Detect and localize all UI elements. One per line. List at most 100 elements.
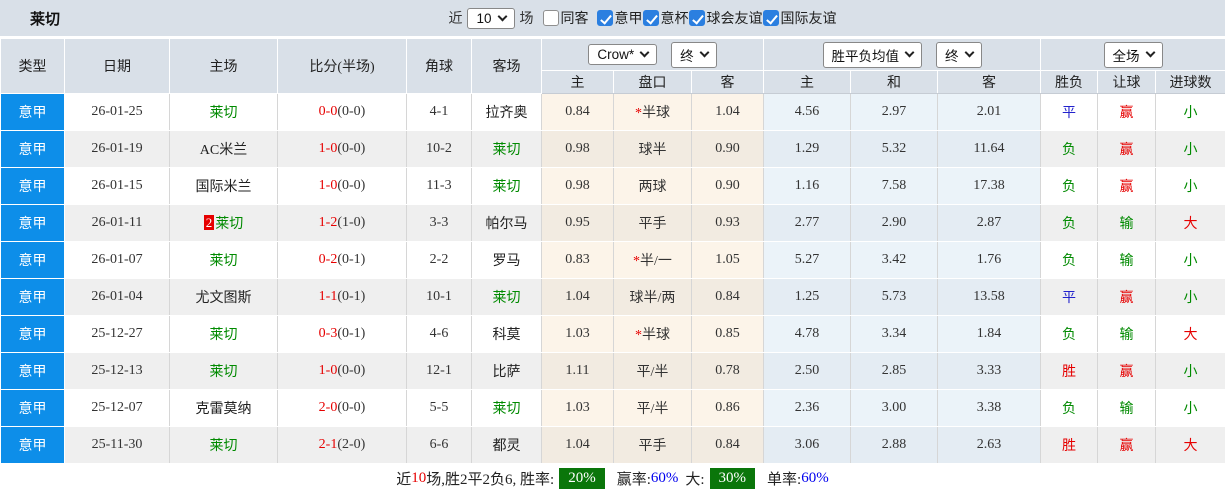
date-cell: 25-12-07 (64, 389, 170, 427)
result-cell-text: 负 (1062, 254, 1077, 269)
mean-home-cell: 3.06 (763, 426, 852, 464)
odds-company-select[interactable]: Crow* (588, 44, 658, 65)
team-name: AC米兰 (199, 143, 248, 158)
score-fulltime: 0-0 (318, 104, 338, 119)
mean-stage-select[interactable]: 终 (936, 41, 982, 68)
odds-away-cell: 1.04 (690, 93, 765, 131)
score-cell: 1-0(0-0) (277, 130, 407, 168)
score-fulltime: 1-0 (318, 363, 338, 378)
corner-cell: 12-1 (406, 352, 472, 390)
team-name: 莱切 (215, 217, 244, 232)
goals-cell-text: 小 (1183, 143, 1198, 158)
home-team-cell: 莱切 (169, 352, 278, 390)
col-header-home: 主场 (169, 38, 278, 94)
checkbox-serie-a[interactable]: 意甲 (596, 8, 643, 28)
checkbox-intl-friendly[interactable]: 国际友谊 (762, 8, 837, 28)
mean-type-value: 胜平负均值 (831, 48, 900, 64)
matches-table: 类型 日期 主场 比分(半场) 角球 客场 Crow* 终 胜平负均值 终 全场… (0, 38, 1225, 464)
col-header-handicap-result: 让球 (1097, 70, 1157, 94)
team-name: 莱切 (209, 254, 238, 269)
date-cell: 26-01-19 (64, 130, 170, 168)
league-cell: 意甲 (0, 389, 65, 427)
scope-select[interactable]: 全场 (1103, 41, 1163, 68)
summary-bar: 近 10 场,胜2平2负6, 胜率: 20% 赢率: 60% 大: 30% 单率… (0, 464, 1225, 493)
mean-home-cell: 2.36 (763, 389, 852, 427)
score-fulltime: 1-2 (318, 215, 338, 230)
handicap-text: 两球 (638, 180, 667, 195)
mean-draw-cell: 2.85 (850, 352, 939, 390)
checked-checkbox-icon (596, 10, 613, 26)
handicap-result-cell: 输 (1097, 389, 1157, 427)
home-team-cell: 莱切 (169, 426, 278, 464)
checked-checkbox-icon (688, 10, 705, 26)
score-cell: 0-3(0-1) (277, 315, 407, 353)
team-name: 罗马 (492, 254, 521, 269)
league-cell: 意甲 (0, 167, 65, 205)
score-halftime: (0-0) (337, 178, 366, 193)
corner-cell: 2-2 (406, 241, 472, 279)
handicap-result-cell: 赢 (1097, 93, 1157, 131)
handicap-cell: 平手 (613, 204, 692, 242)
date-cell: 25-11-30 (64, 426, 170, 464)
goals-cell: 小 (1155, 241, 1225, 279)
mean-draw-cell: 5.73 (850, 278, 939, 316)
score-cell: 1-1(0-1) (277, 278, 407, 316)
handicap-result-cell-text: 输 (1119, 402, 1134, 417)
score-halftime: (0-1) (337, 289, 366, 304)
goals-cell-text: 小 (1183, 291, 1198, 306)
mean-type-select[interactable]: 胜平负均值 (822, 41, 923, 68)
result-cell: 负 (1040, 204, 1099, 242)
goals-cell: 小 (1155, 352, 1225, 390)
checkbox-label: 同客 (560, 12, 589, 27)
handicap-cell: 平/半 (613, 389, 692, 427)
filter-controls: 近 10 场 同客 意甲 意杯 球会友谊 国际友谊 (448, 7, 837, 29)
checkbox-club-friendly[interactable]: 球会友谊 (688, 8, 763, 28)
mean-home-cell: 1.16 (763, 167, 852, 205)
goals-cell: 小 (1155, 389, 1225, 427)
win-rate-badge: 20% (559, 468, 605, 489)
away-team-cell: 比萨 (471, 352, 542, 390)
result-cell: 负 (1040, 167, 1099, 205)
checkbox-same-away[interactable]: 同客 (542, 8, 589, 28)
team-name: 尤文图斯 (195, 291, 252, 306)
odds-home-cell: 1.03 (541, 315, 614, 353)
odds-home-cell: 0.95 (541, 204, 614, 242)
team-name: 莱切 (492, 291, 521, 306)
score-fulltime: 0-3 (318, 326, 338, 341)
goals-cell-text: 小 (1183, 106, 1198, 121)
near-matches-select[interactable]: 10 (467, 7, 515, 29)
date-cell: 26-01-11 (64, 204, 170, 242)
mean-away-cell: 1.84 (937, 315, 1042, 353)
mean-away-cell: 11.64 (937, 130, 1042, 168)
date-cell: 25-12-27 (64, 315, 170, 353)
mean-draw-cell: 2.90 (850, 204, 939, 242)
odds-away-cell: 0.86 (690, 389, 765, 427)
checkbox-italy-cup[interactable]: 意杯 (642, 8, 689, 28)
league-cell: 意甲 (0, 241, 65, 279)
handicap-win-rate: 60% (650, 470, 679, 486)
home-team-cell: AC米兰 (169, 130, 278, 168)
corner-cell: 5-5 (406, 389, 472, 427)
big-rate-badge: 30% (709, 468, 756, 489)
mean-away-cell: 3.33 (937, 352, 1042, 390)
odds-stage-select[interactable]: 终 (671, 41, 717, 68)
near-label: 近 (448, 12, 463, 27)
team-name: 都灵 (492, 439, 521, 454)
score-cell: 1-2(1-0) (277, 204, 407, 242)
corner-cell: 3-3 (406, 204, 472, 242)
summary-count: 10 (411, 470, 427, 486)
score-halftime: (2-0) (337, 437, 366, 452)
handicap-cell: 平手 (613, 426, 692, 464)
col-header-goals: 进球数 (1155, 70, 1225, 94)
handicap-result-cell-text: 赢 (1119, 180, 1134, 195)
mean-draw-cell: 5.32 (850, 130, 939, 168)
corner-cell: 10-1 (406, 278, 472, 316)
checkbox-label: 国际友谊 (780, 12, 837, 27)
table-row: 意甲 25-11-30 莱切 2-1(2-0) 6-6 都灵 1.04 平手 0.84 3.06 2… (0, 426, 1225, 464)
handicap-result-cell-text: 赢 (1119, 143, 1134, 158)
mean-home-cell: 1.25 (763, 278, 852, 316)
checked-checkbox-icon (642, 10, 659, 26)
col-header-mean-away: 客 (937, 70, 1042, 94)
result-cell-text: 负 (1062, 328, 1077, 343)
chevron-down-icon (639, 47, 650, 58)
